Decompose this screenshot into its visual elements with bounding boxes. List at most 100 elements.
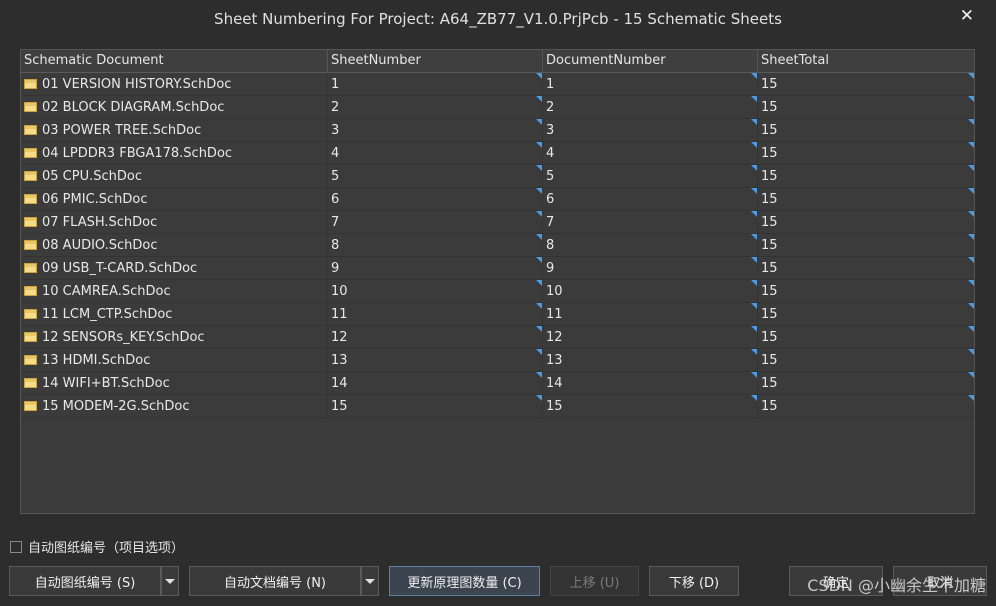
cell-schematic-document[interactable]: 08 AUDIO.SchDoc (21, 234, 328, 256)
cell-sheet-total[interactable]: 15 (758, 257, 974, 279)
auto-sheet-number-dropdown[interactable] (161, 566, 179, 596)
table-row[interactable]: 10 CAMREA.SchDoc 10 10 15 (21, 280, 974, 303)
cell-sheet-number[interactable]: 1 (328, 73, 543, 95)
edit-marker-icon (536, 349, 542, 355)
cell-sheet-total[interactable]: 15 (758, 395, 974, 417)
cell-sheet-number[interactable]: 14 (328, 372, 543, 394)
cell-sheet-total[interactable]: 15 (758, 119, 974, 141)
cell-sheet-number[interactable]: 13 (328, 349, 543, 371)
cell-schematic-document[interactable]: 05 CPU.SchDoc (21, 165, 328, 187)
cell-document-number[interactable]: 10 (543, 280, 758, 302)
cell-document-number[interactable]: 1 (543, 73, 758, 95)
auto-sheet-number-button[interactable]: 自动图纸编号 (S) (9, 566, 161, 596)
cell-sheet-number[interactable]: 4 (328, 142, 543, 164)
schdoc-icon (24, 79, 37, 89)
cell-document-number[interactable]: 7 (543, 211, 758, 233)
schematic-document-name: 01 VERSION HISTORY.SchDoc (42, 77, 232, 92)
table-row[interactable]: 14 WIFI+BT.SchDoc 14 14 15 (21, 372, 974, 395)
cell-document-number[interactable]: 8 (543, 234, 758, 256)
cell-sheet-number[interactable]: 12 (328, 326, 543, 348)
table-row[interactable]: 12 SENSORs_KEY.SchDoc 12 12 15 (21, 326, 974, 349)
cell-document-number[interactable]: 13 (543, 349, 758, 371)
cell-document-number[interactable]: 6 (543, 188, 758, 210)
cell-schematic-document[interactable]: 12 SENSORs_KEY.SchDoc (21, 326, 328, 348)
table-row[interactable]: 07 FLASH.SchDoc 7 7 15 (21, 211, 974, 234)
cell-document-number[interactable]: 4 (543, 142, 758, 164)
update-sheet-count-button[interactable]: 更新原理图数量 (C) (389, 566, 540, 596)
move-up-button[interactable]: 上移 (U) (550, 566, 639, 596)
cell-document-number[interactable]: 9 (543, 257, 758, 279)
table-row[interactable]: 11 LCM_CTP.SchDoc 11 11 15 (21, 303, 974, 326)
auto-doc-number-dropdown[interactable] (361, 566, 379, 596)
cell-schematic-document[interactable]: 01 VERSION HISTORY.SchDoc (21, 73, 328, 95)
table-row[interactable]: 15 MODEM-2G.SchDoc 15 15 15 (21, 395, 974, 418)
column-header-sheet-number[interactable]: SheetNumber (328, 50, 543, 72)
cell-schematic-document[interactable]: 04 LPDDR3 FBGA178.SchDoc (21, 142, 328, 164)
cell-sheet-total[interactable]: 15 (758, 96, 974, 118)
close-icon[interactable]: ✕ (960, 6, 974, 26)
edit-marker-icon (751, 119, 757, 125)
move-down-button[interactable]: 下移 (D) (649, 566, 739, 596)
cell-schematic-document[interactable]: 07 FLASH.SchDoc (21, 211, 328, 233)
column-header-schematic-document[interactable]: Schematic Document (21, 50, 328, 72)
cell-sheet-number[interactable]: 2 (328, 96, 543, 118)
table-row[interactable]: 13 HDMI.SchDoc 13 13 15 (21, 349, 974, 372)
auto-sheet-numbering-checkbox[interactable] (10, 540, 22, 553)
cell-sheet-total-value: 15 (761, 100, 778, 115)
cell-schematic-document[interactable]: 09 USB_T-CARD.SchDoc (21, 257, 328, 279)
cell-schematic-document[interactable]: 13 HDMI.SchDoc (21, 349, 328, 371)
cell-sheet-total[interactable]: 15 (758, 142, 974, 164)
table-row[interactable]: 01 VERSION HISTORY.SchDoc 1 1 15 (21, 73, 974, 96)
schematic-document-name: 02 BLOCK DIAGRAM.SchDoc (42, 100, 225, 115)
cell-document-number[interactable]: 5 (543, 165, 758, 187)
table-row[interactable]: 08 AUDIO.SchDoc 8 8 15 (21, 234, 974, 257)
auto-doc-number-button[interactable]: 自动文档编号 (N) (189, 566, 361, 596)
column-header-document-number[interactable]: DocumentNumber (543, 50, 758, 72)
cell-schematic-document[interactable]: 11 LCM_CTP.SchDoc (21, 303, 328, 325)
cell-sheet-number[interactable]: 3 (328, 119, 543, 141)
column-header-sheet-total[interactable]: SheetTotal (758, 50, 974, 72)
grid-header: Schematic Document SheetNumber DocumentN… (21, 50, 974, 73)
cell-document-number[interactable]: 11 (543, 303, 758, 325)
cell-sheet-number[interactable]: 11 (328, 303, 543, 325)
cell-document-number[interactable]: 3 (543, 119, 758, 141)
cell-sheet-number-value: 13 (331, 353, 348, 368)
table-row[interactable]: 05 CPU.SchDoc 5 5 15 (21, 165, 974, 188)
cell-schematic-document[interactable]: 06 PMIC.SchDoc (21, 188, 328, 210)
cell-sheet-total[interactable]: 15 (758, 188, 974, 210)
cell-schematic-document[interactable]: 14 WIFI+BT.SchDoc (21, 372, 328, 394)
cell-document-number[interactable]: 15 (543, 395, 758, 417)
cell-schematic-document[interactable]: 15 MODEM-2G.SchDoc (21, 395, 328, 417)
cell-sheet-number[interactable]: 7 (328, 211, 543, 233)
cell-document-number[interactable]: 14 (543, 372, 758, 394)
cell-document-number[interactable]: 2 (543, 96, 758, 118)
table-row[interactable]: 02 BLOCK DIAGRAM.SchDoc 2 2 15 (21, 96, 974, 119)
cell-sheet-number[interactable]: 5 (328, 165, 543, 187)
schematic-document-name: 08 AUDIO.SchDoc (42, 238, 158, 253)
schdoc-icon (24, 102, 37, 112)
cell-sheet-number[interactable]: 6 (328, 188, 543, 210)
cell-sheet-total[interactable]: 15 (758, 349, 974, 371)
cell-sheet-number[interactable]: 15 (328, 395, 543, 417)
cell-sheet-total[interactable]: 15 (758, 234, 974, 256)
cell-document-number-value: 6 (546, 192, 555, 207)
table-row[interactable]: 04 LPDDR3 FBGA178.SchDoc 4 4 15 (21, 142, 974, 165)
cell-schematic-document[interactable]: 10 CAMREA.SchDoc (21, 280, 328, 302)
cell-sheet-number[interactable]: 9 (328, 257, 543, 279)
auto-sheet-numbering-option[interactable]: 自动图纸编号（项目选项） (10, 537, 184, 556)
table-row[interactable]: 06 PMIC.SchDoc 6 6 15 (21, 188, 974, 211)
cell-document-number[interactable]: 12 (543, 326, 758, 348)
cell-schematic-document[interactable]: 03 POWER TREE.SchDoc (21, 119, 328, 141)
cell-sheet-total[interactable]: 15 (758, 326, 974, 348)
cell-sheet-total[interactable]: 15 (758, 372, 974, 394)
cell-sheet-number[interactable]: 10 (328, 280, 543, 302)
table-row[interactable]: 09 USB_T-CARD.SchDoc 9 9 15 (21, 257, 974, 280)
cell-sheet-total[interactable]: 15 (758, 303, 974, 325)
cell-sheet-total[interactable]: 15 (758, 211, 974, 233)
cell-sheet-number[interactable]: 8 (328, 234, 543, 256)
cell-schematic-document[interactable]: 02 BLOCK DIAGRAM.SchDoc (21, 96, 328, 118)
cell-sheet-total[interactable]: 15 (758, 280, 974, 302)
cell-sheet-total[interactable]: 15 (758, 73, 974, 95)
cell-sheet-total[interactable]: 15 (758, 165, 974, 187)
table-row[interactable]: 03 POWER TREE.SchDoc 3 3 15 (21, 119, 974, 142)
